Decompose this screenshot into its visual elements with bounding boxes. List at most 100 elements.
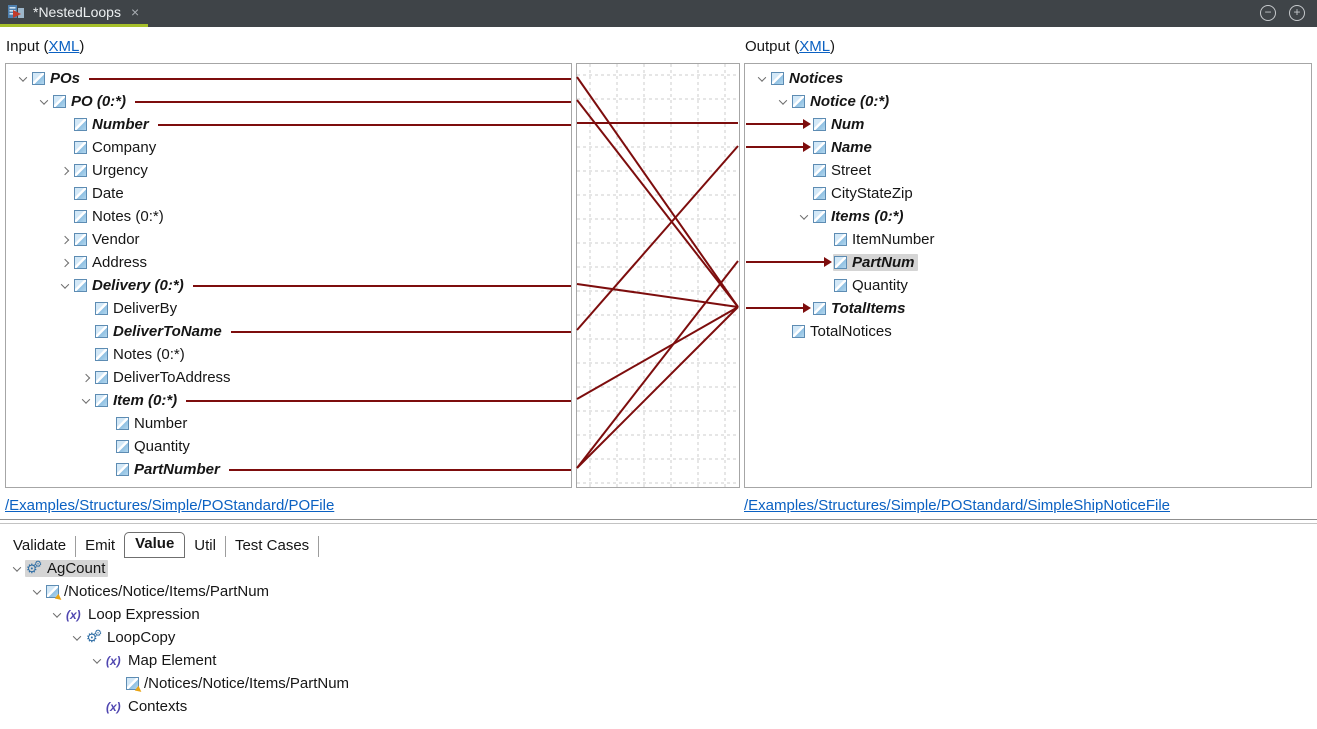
tree-row-quantity[interactable]: Quantity: [6, 435, 571, 458]
tree-item[interactable]: /Notices/Notice/Items/PartNum: [45, 583, 272, 600]
horizontal-splitter[interactable]: [0, 519, 1317, 520]
input-file-link[interactable]: /Examples/Structures/Simple/POStandard/P…: [5, 497, 334, 514]
chevron-down-icon[interactable]: [8, 566, 25, 572]
tree-row-num[interactable]: Num: [745, 113, 1311, 136]
tree-row-notices[interactable]: Notices: [745, 67, 1311, 90]
tree-row-delivery-0[interactable]: Delivery (0:*): [6, 274, 571, 297]
tree-row-notes-0[interactable]: Notes (0:*): [6, 205, 571, 228]
tree-item[interactable]: DeliverToName: [94, 323, 225, 340]
chevron-right-icon[interactable]: [56, 237, 73, 243]
chevron-down-icon[interactable]: [28, 589, 45, 595]
mapping-line-item-0-to-totalitems[interactable]: [577, 307, 738, 399]
tree-row-number[interactable]: Number: [6, 113, 571, 136]
tree-item[interactable]: /Notices/Notice/Items/PartNum: [125, 675, 352, 692]
tree-item[interactable]: Urgency: [73, 162, 151, 179]
mapping-line-partnumber-to-partnum[interactable]: [577, 261, 738, 468]
tree-row-street[interactable]: Street: [745, 159, 1311, 182]
tab-util[interactable]: Util: [185, 535, 225, 559]
chevron-down-icon[interactable]: [48, 612, 65, 618]
tree-row-map-element[interactable]: (x)Map Element: [0, 649, 1317, 672]
chevron-right-icon[interactable]: [56, 168, 73, 174]
chevron-down-icon[interactable]: [77, 398, 94, 404]
tree-item[interactable]: TotalItems: [812, 300, 908, 317]
tree-row-vendor[interactable]: Vendor: [6, 228, 571, 251]
tree-item[interactable]: Notices: [770, 70, 846, 87]
tree-item[interactable]: Address: [73, 254, 150, 271]
tree-item[interactable]: Quantity: [115, 438, 193, 455]
tree-item[interactable]: Notes (0:*): [73, 208, 167, 225]
tab-validate[interactable]: Validate: [4, 535, 75, 559]
tree-item[interactable]: Street: [812, 162, 874, 179]
tree-row-quantity[interactable]: Quantity: [745, 274, 1311, 297]
tree-row-deliverby[interactable]: DeliverBy: [6, 297, 571, 320]
tab-emit[interactable]: Emit: [76, 535, 124, 559]
tree-row-items-0[interactable]: Items (0:*): [745, 205, 1311, 228]
chevron-down-icon[interactable]: [795, 214, 812, 220]
tree-item[interactable]: Items (0:*): [812, 208, 907, 225]
tree-row-pos[interactable]: POs: [6, 67, 571, 90]
tree-row-address[interactable]: Address: [6, 251, 571, 274]
chevron-down-icon[interactable]: [35, 99, 52, 105]
chevron-down-icon[interactable]: [753, 76, 770, 82]
tree-row-loopcopy[interactable]: ⚙⚙LoopCopy: [0, 626, 1317, 649]
tree-row-date[interactable]: Date: [6, 182, 571, 205]
tree-item[interactable]: ⚙⚙LoopCopy: [85, 629, 178, 646]
output-file-link[interactable]: /Examples/Structures/Simple/POStandard/S…: [744, 497, 1170, 514]
tree-item[interactable]: CityStateZip: [812, 185, 916, 202]
tree-row-urgency[interactable]: Urgency: [6, 159, 571, 182]
tree-item[interactable]: Item (0:*): [94, 392, 180, 409]
tree-item[interactable]: Quantity: [833, 277, 911, 294]
tree-item[interactable]: ItemNumber: [833, 231, 938, 248]
tree-row-partnumber[interactable]: PartNumber: [6, 458, 571, 481]
tab-value[interactable]: Value: [124, 532, 185, 559]
zoom-out-button[interactable]: −: [1260, 5, 1276, 21]
tree-row-citystatezip[interactable]: CityStateZip: [745, 182, 1311, 205]
tree-row-loop-expression[interactable]: (x)Loop Expression: [0, 603, 1317, 626]
tree-row-totalnotices[interactable]: TotalNotices: [745, 320, 1311, 343]
chevron-down-icon[interactable]: [14, 76, 31, 82]
tree-item[interactable]: (x)Loop Expression: [65, 606, 203, 623]
tree-item[interactable]: DeliverToAddress: [94, 369, 234, 386]
tree-item[interactable]: PO (0:*): [52, 93, 129, 110]
document-tab[interactable]: *NestedLoops ×: [0, 0, 148, 24]
tree-row-number[interactable]: Number: [6, 412, 571, 435]
chevron-right-icon[interactable]: [56, 260, 73, 266]
tree-item[interactable]: Vendor: [73, 231, 143, 248]
tab-test-cases[interactable]: Test Cases: [226, 535, 318, 559]
mapping-line-po-0-to-totalitems[interactable]: [577, 100, 738, 307]
tree-row-agcount[interactable]: ⚙⚙AgCount: [0, 557, 1317, 580]
tree-row-notices-notice-items-partnum[interactable]: /Notices/Notice/Items/PartNum: [0, 580, 1317, 603]
chevron-right-icon[interactable]: [77, 375, 94, 381]
tree-row-delivertoname[interactable]: DeliverToName: [6, 320, 571, 343]
close-tab-icon[interactable]: ×: [131, 5, 139, 19]
tree-row-notes-0[interactable]: Notes (0:*): [6, 343, 571, 366]
tree-item[interactable]: (x)Contexts: [105, 698, 190, 715]
chevron-down-icon[interactable]: [88, 658, 105, 664]
tree-item[interactable]: Notice (0:*): [791, 93, 892, 110]
tree-item[interactable]: POs: [31, 70, 83, 87]
tree-item[interactable]: PartNumber: [115, 461, 223, 478]
tree-row-company[interactable]: Company: [6, 136, 571, 159]
tree-item[interactable]: Name: [812, 139, 875, 156]
output-xml-link[interactable]: XML: [799, 38, 830, 55]
input-xml-link[interactable]: XML: [49, 38, 80, 55]
tree-item[interactable]: Delivery (0:*): [73, 277, 187, 294]
tree-row-item-0[interactable]: Item (0:*): [6, 389, 571, 412]
chevron-down-icon[interactable]: [56, 283, 73, 289]
chevron-down-icon[interactable]: [774, 99, 791, 105]
tree-item[interactable]: Num: [812, 116, 867, 133]
tree-row-po-0[interactable]: PO (0:*): [6, 90, 571, 113]
tree-row-notices-notice-items-partnum[interactable]: /Notices/Notice/Items/PartNum: [0, 672, 1317, 695]
tree-row-partnum[interactable]: PartNum: [745, 251, 1311, 274]
tree-item[interactable]: DeliverBy: [94, 300, 180, 317]
tree-row-contexts[interactable]: (x)Contexts: [0, 695, 1317, 718]
tree-row-notice-0[interactable]: Notice (0:*): [745, 90, 1311, 113]
tree-row-totalitems[interactable]: TotalItems: [745, 297, 1311, 320]
mapping-line-delivertoname-to-name[interactable]: [577, 146, 738, 330]
tree-item[interactable]: TotalNotices: [791, 323, 895, 340]
mapping-line-pos-to-totalitems[interactable]: [577, 77, 738, 307]
selected-tree-item[interactable]: ⚙⚙AgCount: [25, 560, 108, 577]
zoom-in-button[interactable]: +: [1289, 5, 1305, 21]
tree-item[interactable]: Date: [73, 185, 127, 202]
tree-item[interactable]: Notes (0:*): [94, 346, 188, 363]
